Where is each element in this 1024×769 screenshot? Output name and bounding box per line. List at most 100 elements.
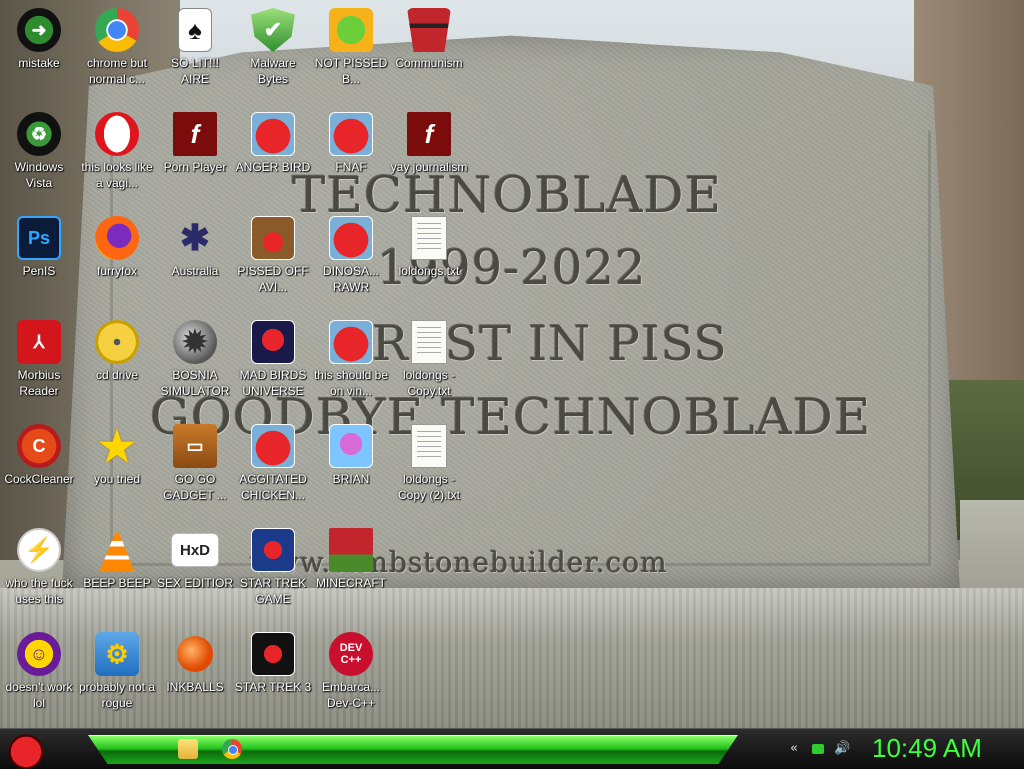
angry-bird-icon: [329, 112, 373, 156]
desktop-icon-malware-bytes[interactable]: ✔ Malware Bytes: [234, 8, 312, 87]
text-file-icon: [411, 424, 447, 468]
firefox-icon: [95, 216, 139, 260]
angry-birds-seasons-icon: [251, 216, 295, 260]
green-pig-icon: [329, 8, 373, 52]
desktop-icon-morbius-reader[interactable]: ⅄ Morbius Reader: [0, 320, 78, 399]
star-icon: ★: [98, 422, 136, 470]
desktop-icon-aggitated-chicken[interactable]: AGGITATED CHICKEN...: [234, 424, 312, 503]
angry-bird-icon: [329, 216, 373, 260]
desktop-icon-star-trek-game[interactable]: STAR TREK GAME: [234, 528, 312, 607]
network-icon[interactable]: [812, 744, 824, 754]
desktop-icon-pissed-off[interactable]: PISSED OFF AVI...: [234, 216, 312, 295]
chrome-icon[interactable]: [222, 739, 242, 759]
desktop-icon-fnaf[interactable]: FNAF: [312, 112, 390, 175]
back-arrow-icon[interactable]: «: [786, 741, 802, 757]
desktop-icon-loldongs-copy[interactable]: loldongs - Copy.txt: [390, 320, 468, 399]
inkball-icon: [177, 636, 213, 672]
desktop-icon-not-pissed[interactable]: NOT PISSED B...: [312, 8, 390, 87]
icon-label: Porn Player: [163, 160, 227, 174]
icon-label: who the fuck uses this: [5, 576, 73, 606]
desktop-icon-porn-player[interactable]: f Porn Player: [156, 112, 234, 175]
icon-label: BOSNIA SIMULATOR: [160, 368, 230, 398]
desktop-icon-mistake[interactable]: ➜ mistake: [0, 8, 78, 71]
red-emblem-icon: [407, 8, 451, 52]
angry-birds-space-icon: [251, 320, 295, 364]
desktop-icon-star-trek-3[interactable]: STAR TREK 3: [234, 632, 312, 695]
speaker-icon[interactable]: 🔊: [834, 741, 850, 757]
desktop-icon-dev-cpp[interactable]: DEV C++ Embarca... Dev-C++: [312, 632, 390, 711]
desktop-icon-australia[interactable]: ✱ Australia: [156, 216, 234, 279]
ccleaner-icon: C: [17, 424, 61, 468]
start-button[interactable]: [6, 731, 46, 769]
folder-icon[interactable]: [178, 739, 198, 759]
text-file-icon: [411, 216, 447, 260]
icon-label: SO LIT!!! AIRE: [170, 56, 219, 86]
icon-label: SEX EDITIOR: [156, 576, 233, 590]
icon-label: Embarca... Dev-C++: [321, 680, 381, 710]
green-circle-arrow-icon: ➜: [17, 8, 61, 52]
desktop-icon-inkballs[interactable]: INKBALLS: [156, 632, 234, 695]
desktop-icon-chrome[interactable]: chrome but normal c...: [78, 8, 156, 87]
desktop-icon-bosnia-simulator[interactable]: ✹ BOSNIA SIMULATOR: [156, 320, 234, 399]
icon-label: Communism: [395, 56, 463, 70]
pdf-reader-icon: ⅄: [17, 320, 61, 364]
icon-label: doesn't work lol: [5, 680, 73, 710]
vlc-icon: [99, 528, 135, 572]
desktop-icon-you-tried[interactable]: ★ you tried: [78, 422, 156, 487]
desktop-icon-communism[interactable]: Communism: [390, 8, 468, 71]
desktop-icon-dinosaur[interactable]: DINOSA... RAWR: [312, 216, 390, 295]
desktop-icon-penis[interactable]: Ps PenIS: [0, 216, 78, 279]
icon-label: Morbius Reader: [17, 368, 61, 398]
icon-label: STAR TREK 3: [234, 680, 312, 694]
angry-bird-icon: [329, 320, 373, 364]
desktop-icon-sex-editior[interactable]: HxD SEX EDITIOR: [156, 528, 234, 591]
icon-label: furryfox: [96, 264, 137, 278]
desktop-icon-anger-bird[interactable]: ANGER BIRD: [234, 112, 312, 175]
icon-label: Windows Vista: [14, 160, 64, 190]
icon-label: NOT PISSED B...: [314, 56, 388, 86]
desktop-icon-loldongs-copy-2[interactable]: loldongs - Copy (2).txt: [390, 424, 468, 503]
icon-label: this should be on vin...: [313, 368, 389, 398]
desktop-icon-mad-birds[interactable]: MAD BIRDS UNIVERSE: [234, 320, 312, 399]
dev-cpp-icon: DEV C++: [329, 632, 373, 676]
desktop-icon-who-the-fuck[interactable]: ⚡ who the fuck uses this: [0, 528, 78, 607]
desktop-icon-yay-journalism[interactable]: f yay journalism: [390, 112, 468, 175]
taskbar: « 🔊 10:49 AM: [0, 728, 1024, 769]
tombstone-base-right: [960, 500, 1024, 600]
photoshop-icon: Ps: [17, 216, 61, 260]
mine-icon: ✹: [173, 320, 217, 364]
playing-cards-icon: ♠: [178, 8, 212, 52]
desktop-icon-vine[interactable]: this should be on vin...: [312, 320, 390, 399]
desktop-icon-yahoo[interactable]: ☺ doesn't work lol: [0, 632, 78, 711]
icon-label: chrome but normal c...: [86, 56, 148, 86]
desktop-icon-furryfox[interactable]: furryfox: [78, 216, 156, 279]
desktop-icon-opera[interactable]: this looks like a vagi...: [78, 112, 156, 191]
angry-birds-star-wars-icon: [251, 528, 295, 572]
angry-bird-icon: [251, 112, 295, 156]
desktop-icon-cockcleaner[interactable]: C CockCleaner: [0, 424, 78, 487]
gears-icon: ⚙: [95, 632, 139, 676]
icon-label: PISSED OFF AVI...: [237, 264, 309, 294]
system-tray: « 🔊: [786, 739, 850, 759]
desktop-icon-solitaire[interactable]: ♠ SO LIT!!! AIRE: [156, 8, 234, 87]
icon-label: GO GO GADGET ...: [163, 472, 227, 502]
desktop-icon-brian[interactable]: BRIAN: [312, 424, 390, 487]
desktop-icon-go-go-gadget[interactable]: ▭ GO GO GADGET ...: [156, 424, 234, 503]
lightning-icon: ⚡: [17, 528, 61, 572]
desktop-icon-cd-drive[interactable]: cd drive: [78, 320, 156, 383]
desktop-icon-loldongs[interactable]: loldongs.txt: [390, 216, 468, 279]
icon-label: Australia: [171, 264, 219, 278]
icon-label: PenIS: [22, 264, 56, 278]
icon-label: BRIAN: [332, 472, 370, 486]
minecraft-icon: [329, 528, 373, 572]
desktop-icon-beep-beep[interactable]: BEEP BEEP: [78, 528, 156, 591]
clock[interactable]: 10:49 AM: [872, 733, 982, 764]
desktop-icon-windows-vista[interactable]: ♻ Windows Vista: [0, 112, 78, 191]
yahoo-messenger-icon: ☺: [17, 632, 61, 676]
angry-birds-star-wars-icon: [251, 632, 295, 676]
spider-solitaire-icon: ✱: [179, 217, 211, 258]
icon-label: loldongs - Copy.txt: [402, 368, 456, 398]
desktop-icon-rogue[interactable]: ⚙ probably not a rogue: [78, 632, 156, 711]
cd-icon: [95, 320, 139, 364]
desktop-icon-minecraft[interactable]: MINECRAFT: [312, 528, 390, 591]
